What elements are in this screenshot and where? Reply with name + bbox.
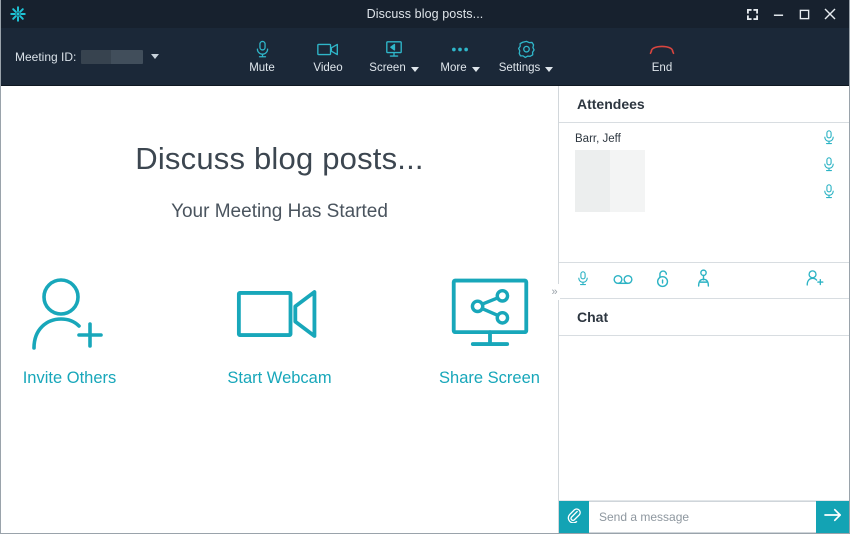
person-add-icon	[28, 273, 112, 355]
attendees-list: Barr, Jeff	[559, 123, 849, 263]
main-body: Discuss blog posts... Your Meeting Has S…	[1, 86, 849, 533]
attendee-rows: Barr, Jeff	[559, 123, 809, 262]
chat-message-list[interactable]	[559, 336, 849, 501]
attendees-toolbar-left	[563, 264, 723, 298]
meeting-window: Discuss blog posts... Meeting ID: Mute V…	[0, 0, 850, 534]
maximize-button[interactable]	[791, 1, 817, 27]
microphone-icon	[254, 39, 271, 59]
arrow-right-icon	[823, 507, 843, 528]
chevron-down-icon[interactable]	[151, 54, 160, 59]
screen-share-icon	[448, 273, 532, 355]
share-screen-label: Share Screen	[439, 369, 540, 387]
attach-file-button[interactable]	[559, 501, 589, 533]
attendees-toolbar-right	[795, 264, 845, 298]
video-button-label: Video	[313, 62, 343, 75]
close-button[interactable]	[817, 1, 843, 27]
list-item[interactable]: Barr, Jeff	[575, 133, 809, 212]
end-button[interactable]: End	[629, 28, 695, 86]
chevron-down-icon[interactable]	[471, 66, 480, 72]
gear-icon	[517, 39, 536, 59]
app-logo	[1, 5, 35, 23]
lock-meeting-button[interactable]	[643, 264, 683, 298]
attendees-toolbar	[559, 263, 849, 299]
main-toolbar: Meeting ID: Mute Video Screen More Setti…	[1, 28, 849, 86]
presenter-button[interactable]	[683, 264, 723, 298]
microphone-icon[interactable]	[822, 183, 836, 205]
attendee-mic-column	[809, 123, 849, 262]
double-chevron-right-icon[interactable]: »	[549, 284, 560, 300]
end-button-label: End	[651, 62, 673, 75]
screen-button[interactable]: Screen	[361, 28, 427, 86]
video-camera-icon	[236, 273, 324, 355]
video-camera-icon	[317, 39, 339, 59]
stage-actions: Invite Others Start Webcam Share Screen	[1, 273, 558, 388]
start-webcam-label: Start Webcam	[227, 369, 332, 387]
invite-others-action[interactable]: Invite Others	[10, 273, 130, 388]
hang-up-phone-icon	[649, 39, 675, 59]
microphone-icon[interactable]	[822, 156, 836, 178]
fullscreen-button[interactable]	[739, 1, 765, 27]
meeting-id-control[interactable]: Meeting ID:	[1, 49, 160, 64]
attendees-header: Attendees	[559, 86, 849, 123]
screen-button-label: Screen	[369, 62, 406, 75]
meeting-id-label: Meeting ID:	[15, 49, 77, 64]
chat-message-input[interactable]	[589, 501, 816, 533]
meeting-stage: Discuss blog posts... Your Meeting Has S…	[1, 86, 558, 533]
mute-button-label: Mute	[249, 62, 275, 75]
meeting-title: Discuss blog posts...	[135, 141, 424, 176]
right-panel: » Attendees Barr, Jeff Chat Send a messa…	[549, 86, 849, 533]
settings-button-label: Settings	[498, 62, 541, 75]
paperclip-icon	[566, 507, 582, 528]
add-attendee-button[interactable]	[795, 264, 835, 298]
toolbar-buttons: Mute Video Screen More Settings End	[229, 28, 695, 86]
ellipsis-icon	[449, 39, 471, 59]
start-webcam-action[interactable]: Start Webcam	[220, 273, 340, 388]
chevron-down-icon[interactable]	[545, 66, 554, 72]
meeting-id-value	[81, 49, 144, 64]
dial-out-button[interactable]	[603, 264, 643, 298]
chevron-down-icon[interactable]	[410, 66, 419, 72]
window-controls	[739, 0, 849, 28]
voicemail-icon	[613, 272, 633, 290]
settings-button[interactable]: Settings	[493, 28, 559, 86]
asterisk-logo-icon	[10, 6, 26, 22]
share-screen-action[interactable]: Share Screen	[430, 273, 550, 388]
microphone-icon[interactable]	[822, 129, 836, 151]
person-add-icon	[806, 269, 824, 292]
window-title: Discuss blog posts...	[366, 7, 484, 21]
chat-header: Chat	[559, 299, 849, 336]
unlocked-padlock-icon	[656, 269, 670, 293]
attendee-avatar	[575, 150, 645, 212]
close-icon	[824, 8, 836, 20]
microphone-icon	[576, 270, 590, 292]
title-bar: Discuss blog posts...	[1, 0, 849, 28]
meeting-status-text: Your Meeting Has Started	[171, 201, 388, 222]
chat-panel: Chat	[559, 299, 849, 533]
presenter-person-icon	[696, 268, 711, 293]
more-button[interactable]: More	[427, 28, 493, 86]
send-message-button[interactable]	[816, 501, 849, 533]
share-screen-icon	[384, 39, 404, 59]
attendee-name: Barr, Jeff	[575, 133, 621, 145]
minimize-button[interactable]	[765, 1, 791, 27]
chat-input-row	[559, 501, 849, 533]
video-button[interactable]: Video	[295, 28, 361, 86]
maximize-icon	[799, 9, 809, 19]
minimize-icon	[773, 14, 783, 16]
fullscreen-icon	[746, 8, 758, 20]
invite-others-label: Invite Others	[22, 369, 117, 387]
more-button-label: More	[440, 62, 467, 75]
mute-button[interactable]: Mute	[229, 28, 295, 86]
mute-all-button[interactable]	[563, 264, 603, 298]
